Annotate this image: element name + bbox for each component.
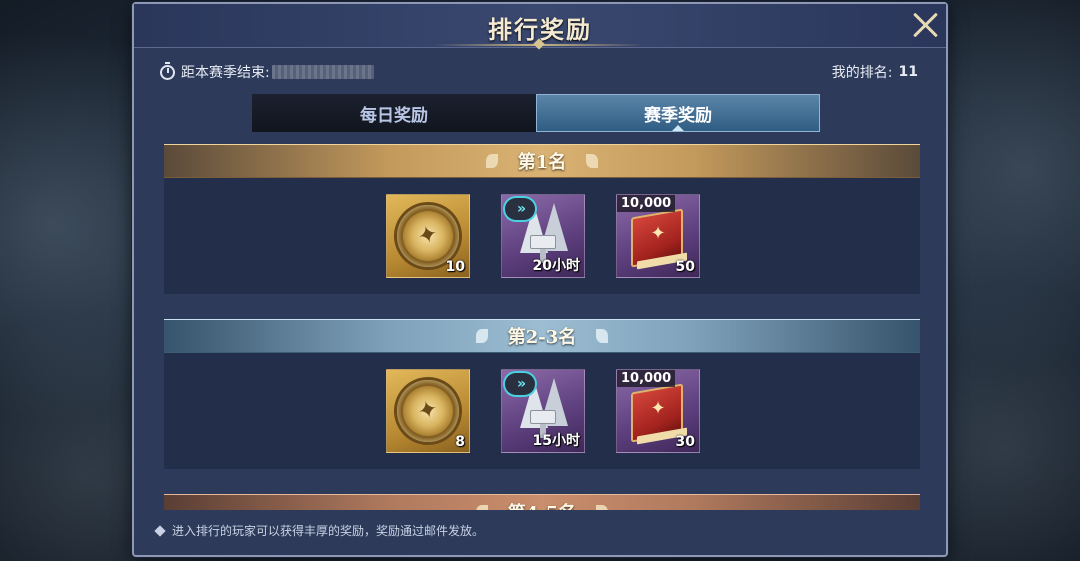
reward-item-book[interactable]: ✦ 10,000 50 — [616, 194, 700, 278]
close-button[interactable] — [908, 8, 942, 42]
reward-tier-list[interactable]: 第1名 10 » 20小时 — [164, 144, 920, 510]
my-rank: 我的排名: 11 — [832, 61, 918, 83]
item-quantity: 8 — [455, 434, 465, 450]
reward-tier: 第1名 10 » 20小时 — [164, 144, 920, 294]
laurel-left-icon — [475, 329, 488, 343]
item-quantity: 15小时 — [532, 433, 580, 449]
season-countdown-label: 距本赛季结束: — [181, 65, 270, 81]
rank-reward-dialog: 排行奖励 距本赛季结束: 我的排名: 11 每日奖励 赛季奖励 第1名 ✦ 10… — [132, 2, 948, 557]
tab-season-rewards[interactable]: 赛季奖励 — [536, 94, 820, 132]
diamond-bullet-icon — [154, 524, 166, 537]
tier-header: 第4-5名 — [164, 494, 920, 510]
tier-items: 10 » 20小时 ✦ 10,000 50 — [386, 194, 700, 278]
laurel-left-icon — [485, 154, 498, 168]
season-countdown-value-obscured — [271, 65, 374, 79]
tier-header: 第1名 — [164, 144, 920, 178]
laurel-left-icon — [475, 504, 488, 510]
item-value: 10,000 — [617, 370, 676, 387]
reward-item-speedup[interactable]: » 15小时 — [501, 369, 585, 453]
item-quantity: 10 — [445, 259, 465, 275]
reward-item-book[interactable]: ✦ 10,000 30 — [616, 369, 700, 453]
laurel-right-icon — [596, 505, 608, 511]
tab-daily-rewards[interactable]: 每日奖励 — [252, 94, 536, 132]
reward-tabs: 每日奖励 赛季奖励 — [252, 94, 820, 132]
tier-label: 第1名 — [517, 152, 567, 173]
speedup-chevron-icon: » — [505, 373, 535, 395]
item-quantity: 20小时 — [532, 258, 580, 274]
my-rank-label: 我的排名: — [831, 65, 893, 81]
tier-label: 第2-3名 — [507, 327, 577, 348]
reward-item-speedup[interactable]: » 20小时 — [501, 194, 585, 278]
item-quantity: 30 — [675, 434, 695, 450]
tier-label: 第4-5名 — [508, 499, 577, 511]
reward-item-medal[interactable]: 10 — [386, 194, 470, 278]
footer-note-text: 进入排行的玩家可以获得丰厚的奖励，奖励通过邮件发放。 — [172, 524, 485, 538]
season-countdown: 距本赛季结束: — [160, 61, 374, 83]
tier-header: 第2-3名 — [164, 319, 920, 353]
tier-items: 8 » 15小时 ✦ 10,000 30 — [386, 369, 700, 453]
reward-tier: 第4-5名 — [164, 494, 920, 510]
reward-item-medal[interactable]: 8 — [386, 369, 470, 453]
item-quantity: 50 — [675, 259, 695, 275]
speedup-chevron-icon: » — [505, 198, 535, 220]
laurel-right-icon — [596, 329, 608, 343]
item-value: 10,000 — [617, 195, 676, 212]
laurel-right-icon — [586, 154, 598, 168]
reward-tier: 第2-3名 8 » 15小时 — [164, 319, 920, 469]
my-rank-value: 11 — [898, 64, 918, 80]
title-bar: 排行奖励 — [134, 4, 946, 50]
stopwatch-icon — [160, 61, 175, 80]
footer-note: 进入排行的玩家可以获得丰厚的奖励，奖励通过邮件发放。 — [154, 522, 485, 539]
